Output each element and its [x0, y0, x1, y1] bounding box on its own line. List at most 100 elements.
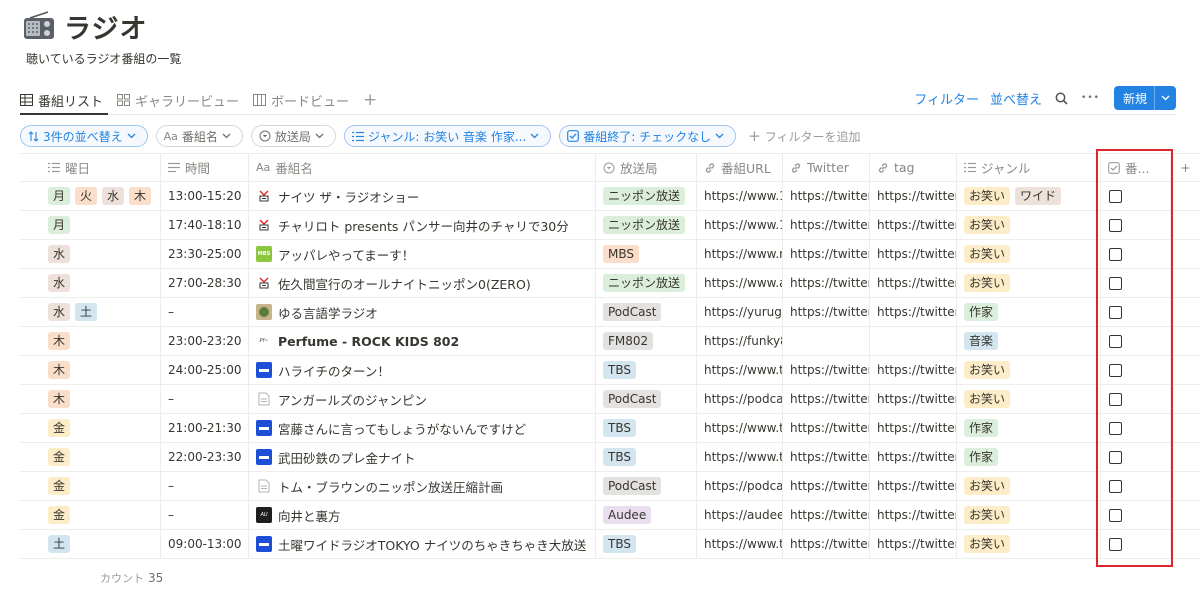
ended-checkbox[interactable] — [1109, 508, 1122, 522]
program-name-cell[interactable]: ナイツ ザ・ラジオショー — [249, 182, 596, 210]
program-url-cell[interactable]: https://funky80 — [697, 327, 783, 355]
table-row[interactable]: 木 – アンガールズのジャンピン PodCast https://podcas https… — [20, 385, 1200, 414]
time-cell[interactable]: – — [161, 501, 249, 529]
url-link[interactable]: https://twitter.c — [877, 508, 956, 522]
url-link[interactable]: https://twitter.c — [790, 189, 869, 203]
url-link[interactable]: https://twitter.c — [790, 508, 869, 522]
url-link[interactable]: https://podcas — [704, 392, 782, 406]
program-url-cell[interactable]: https://www.all — [697, 269, 783, 297]
day-cell[interactable]: 木 — [20, 327, 161, 355]
program-name[interactable]: アンガールズのジャンピン — [278, 390, 427, 409]
program-name-cell[interactable]: 佐久間宣行のオールナイトニッポン0(ZERO) — [249, 269, 596, 297]
ended-checkbox[interactable] — [1109, 450, 1122, 464]
url-link[interactable]: https://twitter.c — [877, 305, 956, 319]
day-cell[interactable]: 水 — [20, 240, 161, 268]
tag-cell[interactable]: https://twitter.c — [870, 182, 957, 210]
url-link[interactable]: https://twitter.c — [790, 247, 869, 261]
table-row[interactable]: 金 21:00-21:30 宮藤さんに言ってもしょうがないんですけど TBS https… — [20, 414, 1200, 443]
ended-cell[interactable] — [1101, 298, 1171, 326]
table-row[interactable]: 水 23:30-25:00 MBS アッパレやってまーす！ MBS https://www… — [20, 240, 1200, 269]
column-header-day[interactable]: 曜日 — [20, 154, 161, 181]
url-link[interactable]: https://www.tb — [704, 450, 782, 464]
program-name-cell[interactable]: ハライチのターン！ — [249, 356, 596, 384]
tab-board-view[interactable]: ボードビュー — [253, 91, 349, 110]
url-link[interactable]: https://twitter.c — [877, 363, 956, 377]
station-cell[interactable]: TBS — [596, 530, 697, 558]
table-row[interactable]: 金 – トム・ブラウンのニッポン放送圧縮計画 PodCast https://podca… — [20, 472, 1200, 501]
ended-cell[interactable] — [1101, 182, 1171, 210]
url-link[interactable]: https://www.12 — [704, 189, 782, 203]
tag-cell[interactable]: https://twitter.c — [870, 298, 957, 326]
url-link[interactable]: https://twitter.c — [877, 247, 956, 261]
genre-cell[interactable]: 作家 — [957, 443, 1101, 471]
url-link[interactable]: https://twitter.c — [877, 479, 956, 493]
station-cell[interactable]: ニッポン放送 — [596, 211, 697, 239]
genre-cell[interactable]: お笑い — [957, 211, 1101, 239]
station-cell[interactable]: PodCast — [596, 385, 697, 413]
url-link[interactable]: https://audee.j — [704, 508, 782, 522]
program-name-cell[interactable]: 宮藤さんに言ってもしょうがないんですけど — [249, 414, 596, 442]
program-url-cell[interactable]: https://yuruger — [697, 298, 783, 326]
twitter-cell[interactable]: https://twitter.c — [783, 414, 870, 442]
more-options-icon[interactable]: ••• — [1081, 93, 1100, 103]
url-link[interactable]: https://podcas — [704, 479, 782, 493]
program-url-cell[interactable]: https://www.12 — [697, 211, 783, 239]
genre-cell[interactable]: 作家 — [957, 298, 1101, 326]
program-name[interactable]: 佐久間宣行のオールナイトニッポン0(ZERO) — [278, 274, 531, 293]
ended-checkbox[interactable] — [1109, 189, 1122, 203]
twitter-cell[interactable]: https://twitter.c — [783, 356, 870, 384]
program-name[interactable]: ハライチのターン！ — [278, 361, 390, 380]
program-url-cell[interactable]: https://audee.j — [697, 501, 783, 529]
column-header-station[interactable]: 放送局 — [596, 154, 697, 181]
time-cell[interactable]: 22:00-23:30 — [161, 443, 249, 471]
url-link[interactable]: https://twitter.c — [790, 537, 869, 551]
add-view-icon[interactable]: + — [363, 90, 377, 110]
day-cell[interactable]: 金 — [20, 414, 161, 442]
twitter-cell[interactable]: https://twitter.c — [783, 182, 870, 210]
column-header-twitter[interactable]: Twitter — [783, 154, 870, 181]
program-url-cell[interactable]: https://podcas — [697, 385, 783, 413]
url-link[interactable]: https://twitter.c — [790, 479, 869, 493]
program-name[interactable]: 武田砂鉄のプレ金ナイト — [278, 448, 416, 467]
tag-cell[interactable]: https://twitter.c — [870, 240, 957, 268]
url-link[interactable]: https://twitter.c — [790, 392, 869, 406]
search-icon[interactable] — [1055, 92, 1068, 105]
program-name-filter-chip[interactable]: Aa 番組名 — [155, 125, 243, 147]
ended-checkbox[interactable] — [1109, 247, 1122, 261]
tag-cell[interactable]: https://twitter.c — [870, 356, 957, 384]
tab-program-list[interactable]: 番組リスト — [20, 91, 103, 110]
ended-cell[interactable] — [1101, 356, 1171, 384]
program-name-cell[interactable]: Pf~ Perfume - ROCK KIDS 802 — [249, 327, 596, 355]
time-cell[interactable]: 17:40-18:10 — [161, 211, 249, 239]
genre-cell[interactable]: お笑い — [957, 269, 1101, 297]
program-name-cell[interactable]: トム・ブラウンのニッポン放送圧縮計画 — [249, 472, 596, 500]
ended-checkbox[interactable] — [1109, 218, 1122, 232]
url-link[interactable]: https://www.12 — [704, 218, 782, 232]
day-cell[interactable]: 月 — [20, 211, 161, 239]
ended-checkbox[interactable] — [1109, 363, 1122, 377]
ended-cell[interactable] — [1101, 240, 1171, 268]
time-cell[interactable]: – — [161, 385, 249, 413]
day-cell[interactable]: 金 — [20, 443, 161, 471]
table-row[interactable]: 月 17:40-18:10 チャリロト presents パンサー向井のチャリで30… — [20, 211, 1200, 240]
url-link[interactable]: https://twitter.c — [790, 450, 869, 464]
program-url-cell[interactable]: https://podcas — [697, 472, 783, 500]
time-cell[interactable]: 21:00-21:30 — [161, 414, 249, 442]
ended-cell[interactable] — [1101, 211, 1171, 239]
table-row[interactable]: 土 09:00-13:00 土曜ワイドラジオTOKYO ナイツのちゃきちゃき大放送 T… — [20, 530, 1200, 559]
station-cell[interactable]: ニッポン放送 — [596, 269, 697, 297]
program-name-cell[interactable]: アンガールズのジャンピン — [249, 385, 596, 413]
chevron-down-icon[interactable] — [1154, 86, 1176, 110]
new-button[interactable]: 新規 — [1113, 86, 1176, 110]
genre-cell[interactable]: お笑い — [957, 240, 1101, 268]
program-name-cell[interactable]: チャリロト presents パンサー向井のチャリで30分 — [249, 211, 596, 239]
ended-checkbox[interactable] — [1109, 334, 1122, 348]
program-name[interactable]: 向井と裏方 — [278, 506, 341, 525]
station-cell[interactable]: ニッポン放送 — [596, 182, 697, 210]
program-url-cell[interactable]: https://www.tb — [697, 443, 783, 471]
url-link[interactable]: https://www.tb — [704, 421, 782, 435]
station-cell[interactable]: Audee — [596, 501, 697, 529]
station-cell[interactable]: TBS — [596, 414, 697, 442]
table-row[interactable]: 木 23:00-23:20 Pf~ Perfume - ROCK KIDS 802 FM… — [20, 327, 1200, 356]
table-row[interactable]: 木 24:00-25:00 ハライチのターン！ TBS https://www.tb ht… — [20, 356, 1200, 385]
